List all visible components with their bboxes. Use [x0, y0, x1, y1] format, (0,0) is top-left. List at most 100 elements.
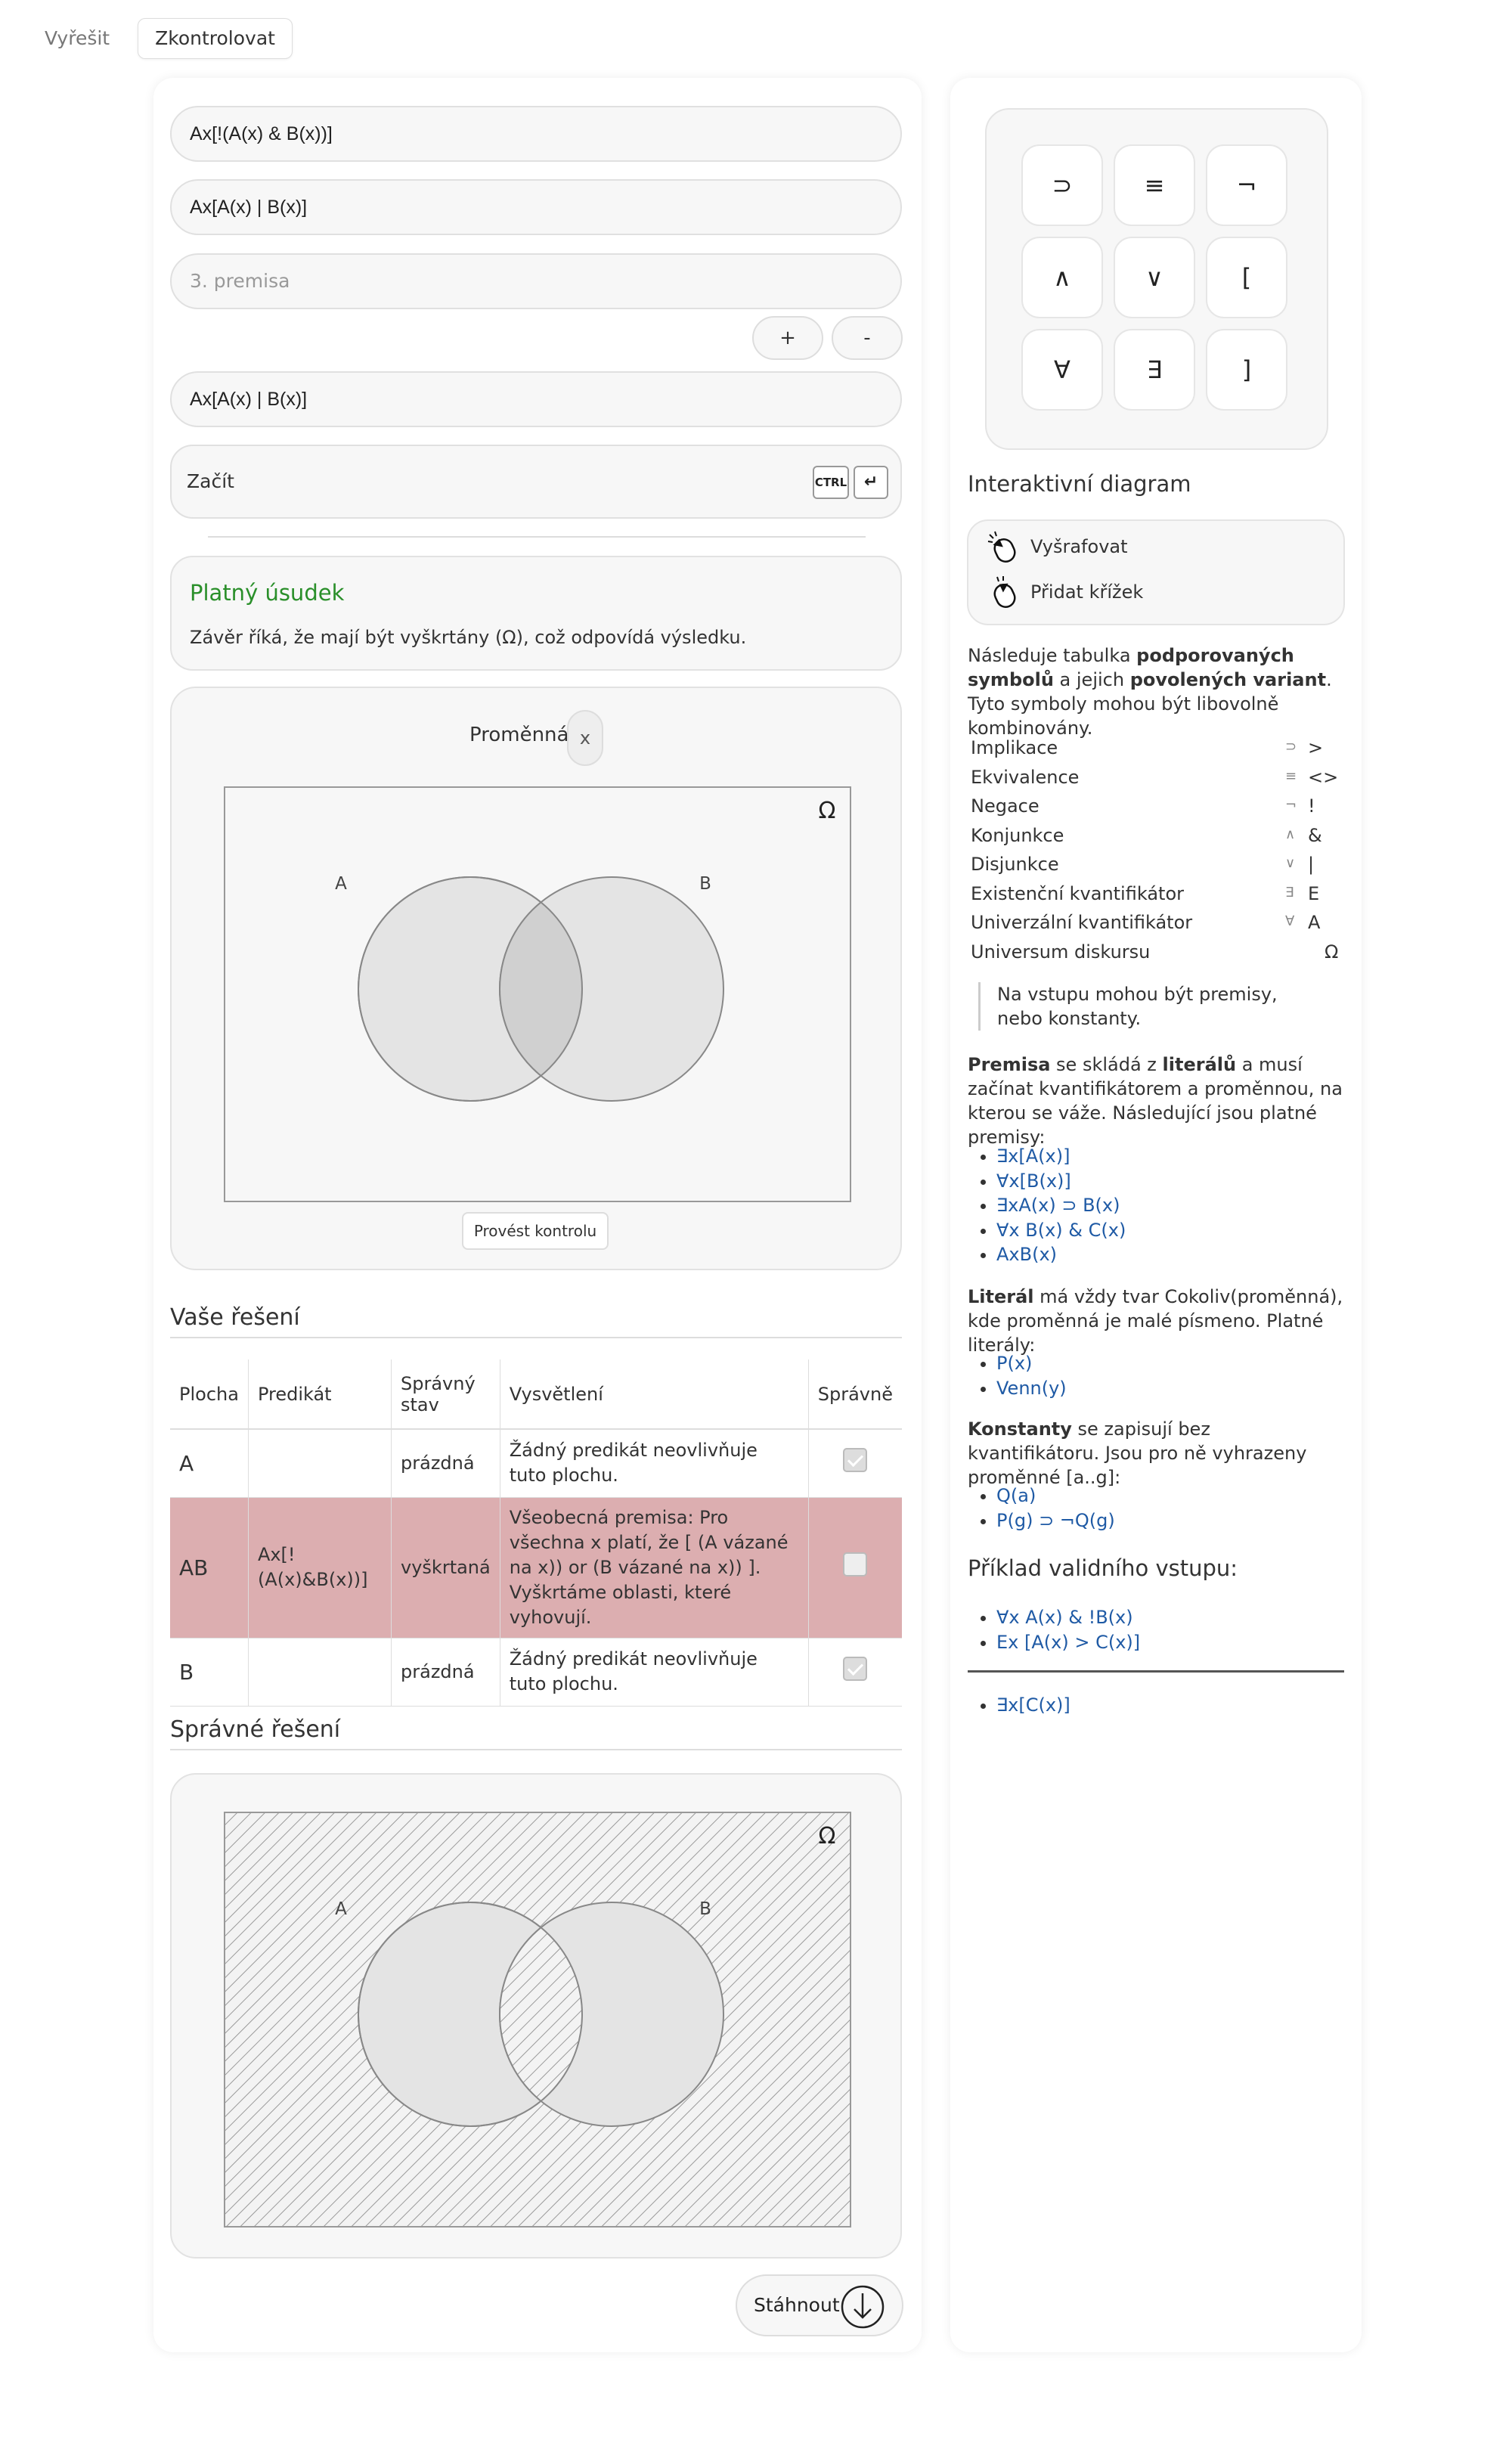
left-click-mouse-icon [987, 531, 1016, 563]
venn-diagram-solution: Ω A B [224, 1812, 851, 2228]
symbol-row: Konjunkce ∧ & [971, 824, 1322, 846]
result-description: Závěr říká, že mají být vyškrtány (Ω), c… [190, 627, 747, 648]
symbol-row: Existenční kvantifikátor ∃ E [971, 882, 1320, 904]
col-explanation: Vysvětlení [499, 1359, 809, 1430]
key-conjunction[interactable]: ∧ [1021, 237, 1103, 318]
remove-premise-button[interactable]: - [832, 316, 903, 360]
col-predicate: Predikát [247, 1359, 392, 1430]
main-panel: 3. premisa + - Začít CTRL ↵ Platný úsude… [153, 78, 922, 2352]
list-item: P(g) ⊃ ¬Q(g) [996, 1508, 1115, 1533]
right-click-mouse-icon [993, 576, 1016, 608]
list-item: ∀x[B(x)] [996, 1169, 1126, 1194]
premise-input-1[interactable] [170, 106, 902, 162]
correct-checkbox [843, 1552, 868, 1576]
your-solution-title: Vaše řešení [170, 1304, 902, 1338]
list-item: ∀x B(x) & C(x) [996, 1218, 1126, 1243]
literal-help: Literál má vždy tvar Cokoliv(proměnná), … [968, 1286, 1343, 1356]
key-equivalence[interactable]: ≡ [1114, 144, 1195, 226]
hint-cross-label: Přidat křížek [1030, 581, 1144, 603]
premise-input-3[interactable]: 3. premisa [170, 253, 902, 309]
start-button[interactable]: Začít CTRL ↵ [170, 445, 902, 519]
symbol-keypad: ⊃ ≡ ¬ ∧ ∨ [ ∀ ∃ ] [985, 108, 1328, 450]
key-disjunction[interactable]: ∨ [1114, 237, 1195, 318]
symbol-row: Negace ¬! [971, 795, 1315, 817]
divider [208, 536, 866, 538]
set-a-label: A [335, 874, 347, 894]
list-item: Q(a) [996, 1483, 1115, 1508]
tab-check[interactable]: Zkontrolovat [138, 18, 293, 59]
result-title: Platný úsudek [190, 580, 345, 606]
list-item: Venn(y) [996, 1376, 1067, 1401]
valid-examples: ∀x A(x) & !B(x) Ex [A(x) > C(x)] [996, 1605, 1140, 1654]
premise-input-2[interactable] [170, 179, 902, 235]
symbols-intro: Následuje tabulka podporovaných symbolů … [968, 645, 1332, 739]
omega-label: Ω [819, 798, 836, 824]
list-item: ∃x[C(x)] [996, 1693, 1070, 1718]
table-row: A prázdná Žádný predikát neovlivňuje tut… [170, 1429, 902, 1498]
download-icon [841, 2285, 885, 2329]
list-item: ∃xA(x) ⊃ B(x) [996, 1193, 1126, 1218]
row-explanation: Žádný predikát neovlivňuje tuto plochu. [499, 1429, 809, 1498]
table-row: B prázdná Žádný predikát neovlivňuje tut… [170, 1638, 902, 1707]
literal-examples: P(x) Venn(y) [996, 1351, 1067, 1400]
enter-key-icon: ↵ [854, 466, 888, 499]
venn-diagram-editable[interactable]: Ω A B [224, 786, 851, 1202]
premise-help: Premisa se skládá z literálů a musí začí… [968, 1054, 1343, 1148]
row-state: prázdná [391, 1429, 500, 1498]
download-button[interactable]: Stáhnout [736, 2274, 903, 2336]
col-correct: Správně [807, 1359, 902, 1430]
variable-input[interactable]: x [567, 710, 603, 766]
table-row: AB Ax[!(A(x)&B(x))] vyškrtaná Všeobecná … [170, 1497, 902, 1638]
row-state: prázdná [391, 1638, 500, 1707]
premise-examples: ∃x[A(x)] ∀x[B(x)] ∃xA(x) ⊃ B(x) ∀x B(x) … [996, 1144, 1126, 1267]
col-area: Plocha [170, 1359, 249, 1430]
key-implication[interactable]: ⊃ [1021, 144, 1103, 226]
constants-help: Konstanty se zapisují bez kvantifikátoru… [968, 1418, 1307, 1488]
key-forall[interactable]: ∀ [1021, 329, 1103, 411]
set-b-label: B [699, 874, 711, 894]
key-close-bracket[interactable]: ] [1206, 329, 1287, 411]
key-negation[interactable]: ¬ [1206, 144, 1287, 226]
valid-example-title: Příklad validního vstupu: [968, 1555, 1238, 1581]
row-predicate [247, 1429, 392, 1498]
omega-label: Ω [819, 1823, 836, 1849]
help-panel: ⊃ ≡ ¬ ∧ ∨ [ ∀ ∃ ] Interaktivní diagram V… [950, 78, 1362, 2352]
result-box: Platný úsudek Závěr říká, že mají být vy… [170, 556, 902, 671]
input-note: Na vstupu mohou být premisy, nebo konsta… [978, 982, 1326, 1031]
row-explanation: Všeobecná premisa: Pro všechna x platí, … [499, 1497, 809, 1638]
key-open-bracket[interactable]: [ [1206, 237, 1287, 318]
conclusion-input[interactable] [170, 371, 902, 427]
key-exists[interactable]: ∃ [1114, 329, 1195, 411]
correct-checkbox [843, 1656, 868, 1681]
symbol-row: Univerzální kvantifikátor ∀ A [971, 912, 1321, 933]
tab-solve[interactable]: Vyřešit [27, 18, 127, 59]
symbol-row: Implikace ⊃ > [971, 737, 1324, 758]
row-state: vyškrtaná [391, 1497, 500, 1638]
hint-hatch-label: Vyšrafovat [1030, 536, 1128, 557]
row-area: B [170, 1638, 249, 1707]
variable-label: Proměnná [469, 724, 569, 746]
extra-examples: ∃x[C(x)] [996, 1693, 1070, 1718]
add-premise-button[interactable]: + [752, 316, 823, 360]
list-item: P(x) [996, 1351, 1067, 1376]
interactive-diagram-title: Interaktivní diagram [968, 471, 1191, 497]
solution-table: Plocha Predikát Správný stav Vysvětlení … [170, 1359, 902, 1707]
run-check-button[interactable]: Provést kontrolu [462, 1212, 609, 1250]
col-state: Správný stav [391, 1359, 500, 1430]
set-a-label: A [335, 1899, 347, 1919]
set-b-label: B [699, 1899, 711, 1919]
list-item: ∃x[A(x)] [996, 1144, 1126, 1169]
constant-examples: Q(a) P(g) ⊃ ¬Q(g) [996, 1483, 1115, 1533]
list-item: Ex [A(x) > C(x)] [996, 1630, 1140, 1655]
kbd-ctrl: CTRL [813, 466, 849, 499]
row-explanation: Žádný predikát neovlivňuje tuto plochu. [499, 1638, 809, 1707]
list-item: ∀x A(x) & !B(x) [996, 1605, 1140, 1630]
correct-checkbox [843, 1447, 868, 1472]
symbol-row: Ekvivalence ≡ <> [971, 766, 1339, 788]
mode-tabs: Vyřešit Zkontrolovat [27, 18, 293, 59]
download-label: Stáhnout [754, 2294, 840, 2316]
row-area: AB [170, 1497, 249, 1638]
list-item: AxB(x) [996, 1242, 1126, 1267]
correct-solution-title: Správné řešení [170, 1716, 902, 1750]
row-predicate [247, 1638, 392, 1707]
